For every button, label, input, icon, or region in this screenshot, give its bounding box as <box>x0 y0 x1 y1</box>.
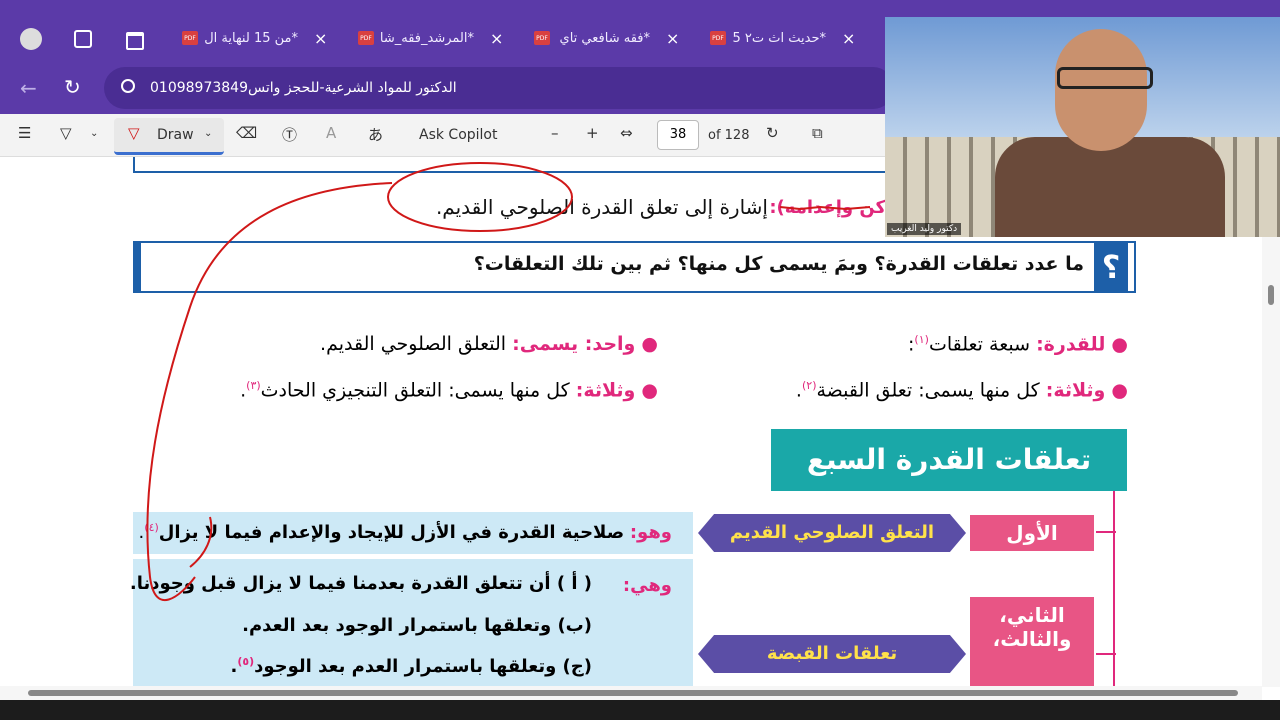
translate-icon[interactable]: あ <box>368 124 383 145</box>
webcam-caption: دكتور وليد الغريب <box>887 223 962 235</box>
contents-icon[interactable]: ☰ <box>18 124 31 142</box>
tab-4[interactable]: PDF *حديث اث ت٢ 5 × <box>708 20 858 56</box>
close-tab-icon[interactable]: × <box>314 29 327 48</box>
page-count: of 128 <box>708 128 750 143</box>
pdf-icon: PDF <box>182 31 198 45</box>
glasses-icon <box>1057 67 1153 89</box>
taskbar-strip <box>0 700 1280 720</box>
chevron-down-icon[interactable]: ⌄ <box>90 128 98 139</box>
pdf-icon: PDF <box>358 31 374 45</box>
close-tab-icon[interactable]: × <box>842 29 855 48</box>
zoom-out-button[interactable]: – <box>551 124 559 142</box>
scroll-thumb[interactable] <box>1268 285 1274 305</box>
tab-label: *حديث اث ت٢ 5 <box>732 30 826 46</box>
tab-actions-icon[interactable] <box>126 32 144 50</box>
fit-page-icon[interactable]: ⇔ <box>620 124 633 142</box>
highlight-icon[interactable]: ▽ <box>60 124 72 142</box>
ask-copilot-button[interactable]: Ask Copilot <box>419 127 498 143</box>
zoom-in-button[interactable]: + <box>586 124 599 142</box>
text-box-icon[interactable]: Ⓣ <box>282 124 297 145</box>
search-icon <box>121 79 135 93</box>
pdf-icon: PDF <box>534 31 550 45</box>
close-tab-icon[interactable]: × <box>490 29 503 48</box>
tab-label: *من 15 لنهاية ال <box>204 30 298 46</box>
tab-3[interactable]: PDF *فقه شافعي تاي × <box>532 20 682 56</box>
tab-1[interactable]: PDF *من 15 لنهاية ال × <box>180 20 330 56</box>
refresh-icon[interactable]: ↻ <box>64 75 81 99</box>
rotate-icon[interactable]: ↻ <box>766 124 779 142</box>
profile-avatar[interactable] <box>20 28 42 50</box>
webcam-overlay: دكتور وليد الغريب <box>885 17 1280 237</box>
page-view-icon[interactable]: ⧉ <box>812 124 823 142</box>
workspaces-icon[interactable] <box>74 30 92 48</box>
horizontal-scrollbar[interactable] <box>0 686 1262 700</box>
pdf-icon: PDF <box>710 31 726 45</box>
tab-2[interactable]: PDF *المرشد_فقه_شا × <box>356 20 506 56</box>
pen-icon: ▽ <box>128 124 140 142</box>
eraser-icon[interactable]: ⌫ <box>236 124 257 142</box>
page-number-input[interactable]: 38 <box>657 120 699 150</box>
person-body <box>995 137 1225 237</box>
tab-label: *فقه شافعي تاي <box>559 30 650 46</box>
back-icon[interactable]: ← <box>20 76 37 100</box>
url-text: الدكتور للمواد الشرعية-للحجز واتس0109897… <box>150 80 457 96</box>
person-head <box>1055 29 1147 151</box>
close-tab-icon[interactable]: × <box>666 29 679 48</box>
scroll-thumb[interactable] <box>28 690 1238 696</box>
read-aloud-icon[interactable]: A <box>326 124 336 142</box>
chevron-down-icon[interactable]: ⌄ <box>204 128 212 139</box>
draw-label: Draw <box>157 127 194 143</box>
tab-label: *المرشد_فقه_شا <box>379 30 474 46</box>
